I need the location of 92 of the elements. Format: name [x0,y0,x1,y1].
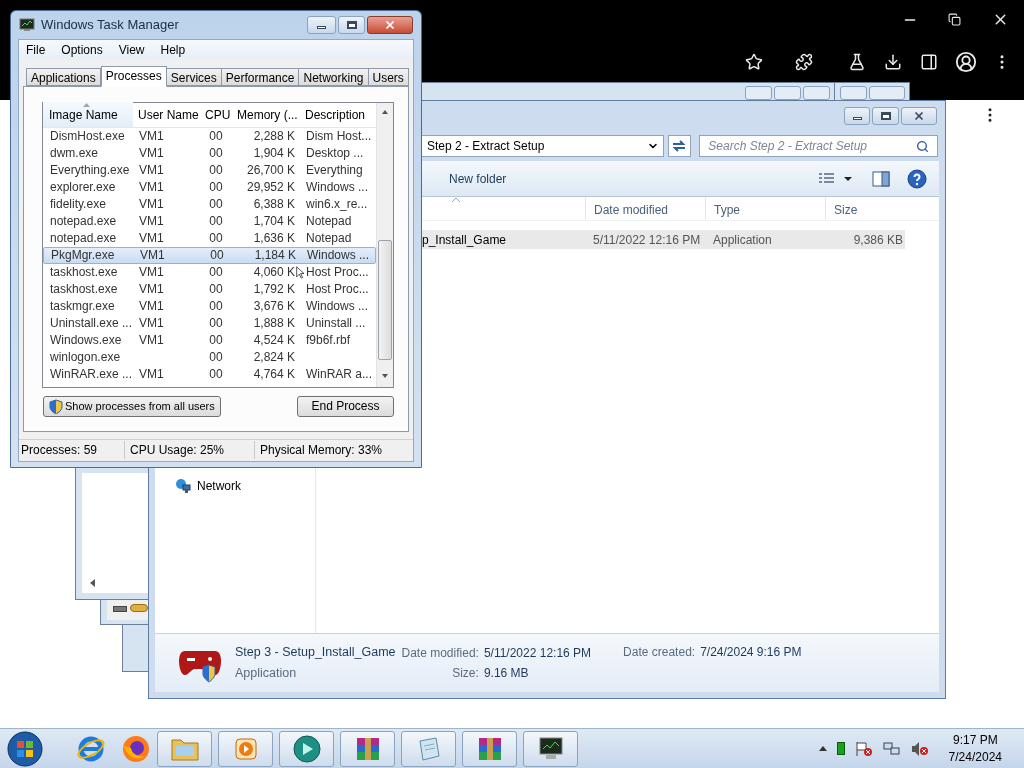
table-cell-text: VM1 [138,179,165,196]
table-cell-text: 00 [208,281,224,298]
table-cell-text: 00 [208,332,224,349]
table-cell-text: 00 [208,298,224,315]
table-cell-text: VM1 [139,247,166,264]
status-text: CPU Usage: 25% [124,441,254,459]
table-cell-text: VM1 [138,230,165,247]
table-cell-text: 00 [208,145,224,162]
table-cell-text: 6,388 K [252,196,296,213]
table-cell-text: 00 [208,315,224,332]
table-cell-text: Everything [305,162,364,179]
table-cell-text: taskhost.exe [49,281,119,298]
table-cell-text: VM1 [138,162,165,179]
table-cell-text: VM1 [138,298,165,315]
table-cell-text: 1,904 K [252,145,296,162]
table-cell-text: 1,636 K [252,230,296,247]
file-type: Application [235,665,298,682]
table-cell-text: Notepad [305,213,353,230]
table-cell-text: WinRAR a... [305,366,372,383]
table-cell-text: VM1 [138,315,165,332]
table-cell-text: 00 [208,213,224,230]
table-cell-text: 1,888 K [252,315,296,332]
table-cell-text: Windows ... [305,179,369,196]
table-cell-text: 4,060 K [252,264,296,281]
window-title: Windows Task Manager [41,16,179,34]
table-cell-text: 3,676 K [252,298,296,315]
table-cell-text: Windows ... [306,247,370,264]
table-cell-text: 2,288 K [252,128,296,145]
date-cell-text: 5/11/2022 12:16 PM [592,231,702,249]
field-label: Date created: [623,644,696,661]
table-cell-text: VM1 [138,281,165,298]
table-cell-text: Windows.exe [49,332,123,349]
table-cell-text: 1,792 K [252,281,296,298]
status-text: Processes: 59 [20,442,99,459]
table-cell-text: winlogon.exe [49,349,122,366]
table-cell-text: Uninstall ... [305,315,367,332]
table-cell-text: DismHost.exe [49,128,126,145]
size-cell-text: 9,386 KB [852,231,904,249]
field-label: Date modified: [401,645,479,662]
table-cell-text: 00 [208,349,224,366]
table-cell-text: 1,184 K [253,247,297,264]
table-cell-text: taskmgr.exe [49,298,116,315]
table-cell-text: VM1 [138,213,165,230]
table-cell-text: Windows ... [305,298,369,315]
table-cell-text: VM1 [138,332,165,349]
nav-label: Network [197,478,241,495]
type-cell-text: Application [712,231,773,249]
table-cell-text: 4,524 K [252,332,296,349]
field-value: 9.16 MB [483,665,530,682]
table-cell-text: 00 [208,162,224,179]
table-cell-text: 00 [208,196,224,213]
table-cell-text: Host Proc... [305,281,370,298]
table-cell-text: explorer.exe [49,179,117,196]
table-cell-text: 00 [208,366,224,383]
table-cell-text: Uninstall.exe ... [49,315,133,332]
search-placeholder: Search Step 2 - Extract Setup [708,138,869,155]
table-cell-text: VM1 [138,264,165,281]
table-cell-text: PkgMgr.exe [50,247,116,264]
field-value: 5/11/2022 12:16 PM [483,645,592,662]
table-cell-text: notepad.exe [49,213,118,230]
table-cell-text: Desktop ... [305,145,365,162]
table-cell-text: win6.x_re... [305,196,369,213]
address-text: Step 2 - Extract Setup [427,138,546,155]
table-cell-text: 29,952 K [245,179,296,196]
table-cell-text: Notepad [305,230,353,247]
field-value: 7/24/2024 9:16 PM [700,644,802,661]
table-cell-text: WinRAR.exe ... [49,366,133,383]
table-cell-text: Everything.exe [49,162,131,179]
table-cell-text: 2,824 K [252,349,296,366]
table-cell-text: VM1 [138,128,165,145]
table-cell-text: Host Proc... [305,264,370,281]
table-cell-text: f9b6f.rbf [305,332,352,349]
table-cell-text: VM1 [138,366,165,383]
table-cell-text: fidelity.exe [49,196,107,213]
table-cell-text: taskhost.exe [49,264,119,281]
table-cell-text: 00 [208,264,224,281]
table-cell-text: Dism Host... [305,128,372,145]
table-cell-text: 26,700 K [245,162,296,179]
table-cell-text: 00 [209,247,225,264]
table-cell-text: dwm.exe [49,145,100,162]
table-cell-text: 00 [208,179,224,196]
table-cell-text: 00 [208,128,224,145]
table-cell-text: 00 [208,230,224,247]
table-cell-text: VM1 [138,196,165,213]
table-cell-text: VM1 [138,145,165,162]
file-name: p_Install_Game [422,231,508,249]
field-label: Size: [451,665,479,682]
table-cell-text: notepad.exe [49,230,118,247]
table-cell-text: 1,704 K [252,213,296,230]
file-title: Step 3 - Setup_Install_Game [235,644,396,662]
status-text: Physical Memory: 33% [254,441,404,459]
table-cell-text: 4,764 K [252,366,296,383]
